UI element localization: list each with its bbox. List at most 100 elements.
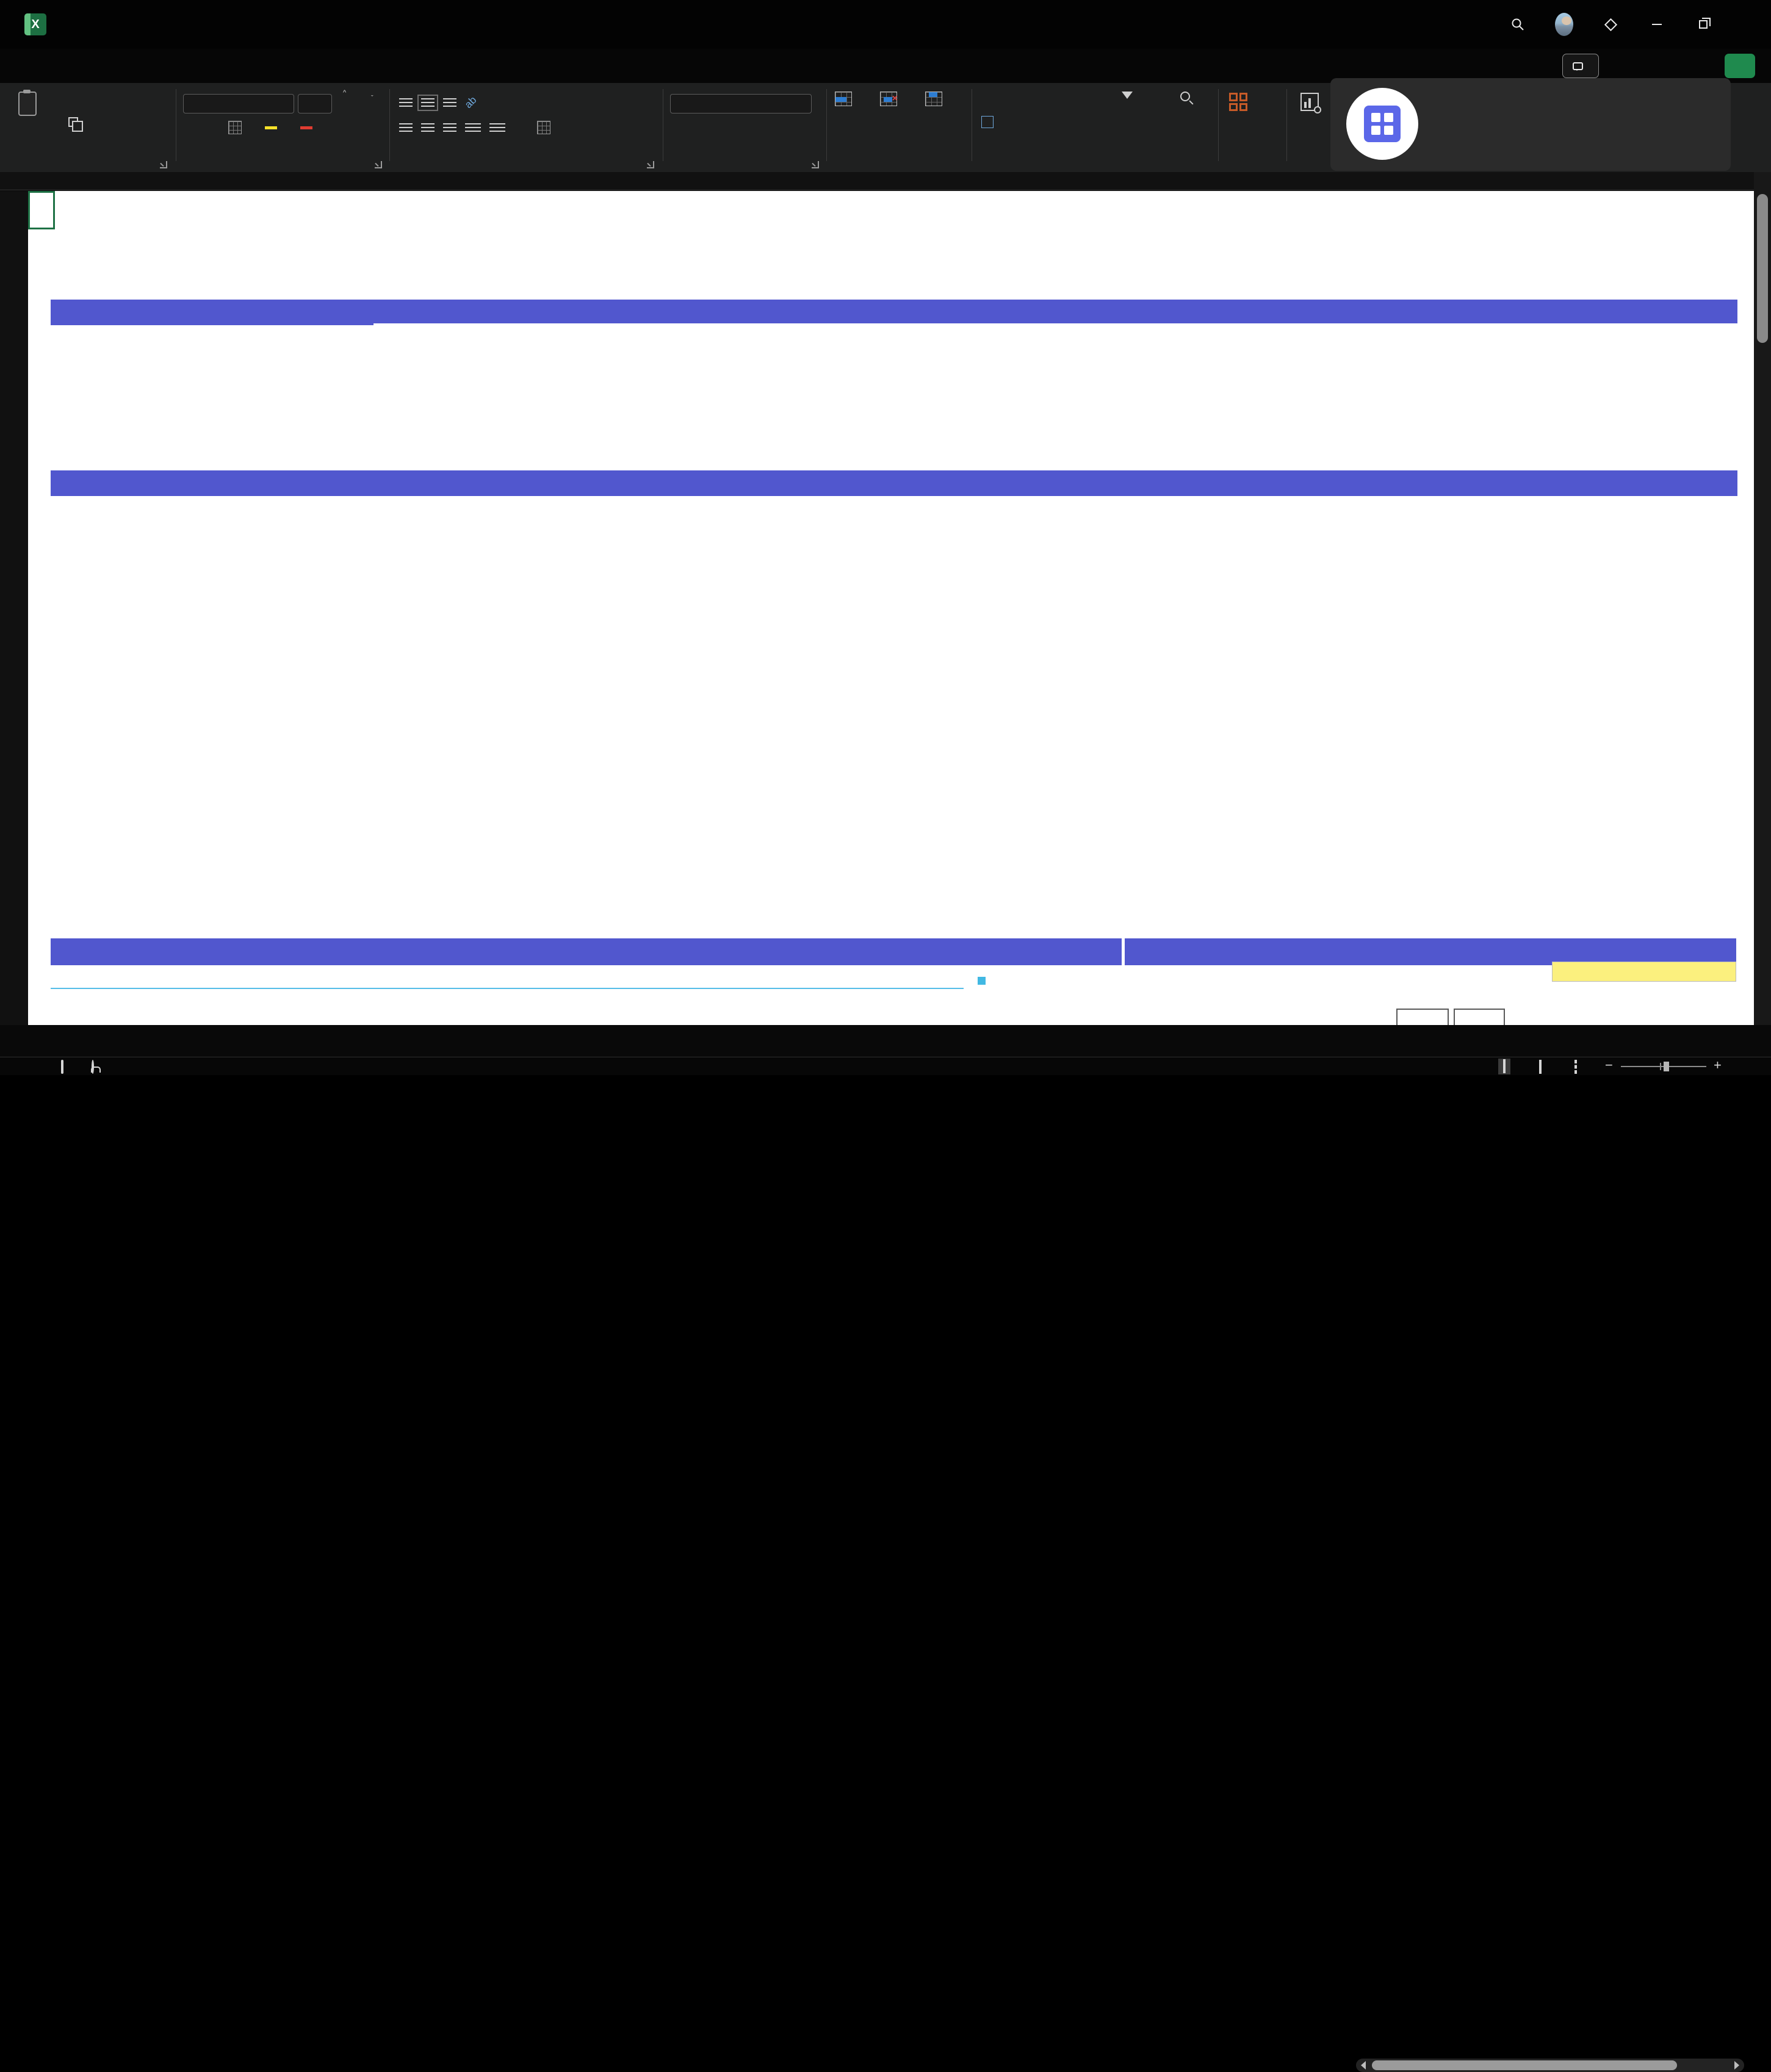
alignment-dialog-launcher[interactable] <box>647 161 654 168</box>
fill-button[interactable] <box>981 116 1007 128</box>
copy-button[interactable] <box>68 117 92 127</box>
hidden-chart-gridline <box>51 988 964 989</box>
find-select-label <box>1183 105 1187 130</box>
copy-icon <box>68 117 78 127</box>
align-left-icon[interactable] <box>399 123 413 132</box>
diamond-shape <box>1604 18 1617 31</box>
line-chart[interactable] <box>1196 496 1754 938</box>
close-button[interactable] <box>1740 15 1759 34</box>
premium-diamond-icon[interactable] <box>1601 15 1620 34</box>
ribbon-separator <box>826 89 827 161</box>
banner-chart-title <box>51 470 1737 496</box>
font-color-bar <box>300 126 312 129</box>
window-controls <box>1509 0 1759 49</box>
ribbon-separator <box>389 89 390 161</box>
zoom-in-button[interactable]: + <box>1714 1057 1722 1073</box>
font-name-select[interactable] <box>183 94 294 113</box>
sort-filter-label <box>1125 100 1128 125</box>
align-top-icon[interactable] <box>399 98 413 107</box>
accessibility-icon <box>92 1061 94 1073</box>
restore-button[interactable] <box>1694 15 1712 34</box>
shrink-font-button[interactable]: ˬ <box>366 95 373 96</box>
font-style-buttons <box>186 121 326 134</box>
font-dialog-launcher[interactable] <box>375 161 382 168</box>
vertical-scroll-thumb[interactable] <box>1757 194 1768 343</box>
font-size-select[interactable] <box>298 94 332 113</box>
chart-legend <box>1006 496 1189 938</box>
logo-grid-icon <box>1364 106 1401 142</box>
page-layout-view-button[interactable] <box>1539 1061 1542 1073</box>
paste-icon <box>18 92 37 116</box>
share-button[interactable] <box>1725 54 1755 78</box>
sheet-canvas[interactable] <box>28 191 1754 1025</box>
zoom-slider[interactable] <box>1621 1066 1706 1067</box>
analyze-data-icon <box>1300 93 1319 111</box>
zoom-out-button[interactable]: − <box>1605 1057 1613 1073</box>
macro-record-icon[interactable] <box>61 1061 63 1073</box>
partial-value-box[interactable] <box>1454 1009 1505 1025</box>
row-headers <box>0 191 28 1025</box>
run-rate-year-cell[interactable] <box>1552 962 1736 982</box>
fill-color-button[interactable] <box>265 126 277 129</box>
horizontal-align-buttons <box>399 123 505 132</box>
normal-view-button[interactable] <box>1498 1059 1510 1074</box>
paste-button[interactable] <box>18 92 37 121</box>
comment-bubble-icon <box>1573 62 1583 70</box>
logo-circle <box>1346 88 1418 160</box>
stacked-bar-chart[interactable] <box>51 496 1000 938</box>
align-bottom-icon[interactable] <box>443 98 456 107</box>
format-cells-icon <box>925 92 942 106</box>
insert-cells-icon <box>835 92 852 106</box>
hscroll-left-icon[interactable] <box>1361 2061 1366 2070</box>
partial-spin-box[interactable] <box>1396 1009 1449 1025</box>
horizontal-scrollbar[interactable] <box>1356 2059 1744 2072</box>
orientation-icon[interactable]: ab <box>463 94 480 111</box>
align-middle-icon[interactable] <box>421 98 435 107</box>
merge-center-button[interactable] <box>537 121 564 134</box>
hscroll-right-icon[interactable] <box>1734 2061 1739 2070</box>
sort-filter-button[interactable] <box>1098 92 1155 125</box>
grow-font-button[interactable]: ^ <box>338 95 346 96</box>
find-select-button[interactable] <box>1157 92 1213 130</box>
decrease-indent-icon[interactable] <box>465 123 481 132</box>
sheet-tab-bar <box>0 1025 1771 1057</box>
legend-swatch-icon <box>978 977 986 985</box>
comments-button[interactable] <box>1562 54 1599 78</box>
avatar[interactable] <box>1555 15 1573 34</box>
add-ins-button[interactable] <box>1229 93 1247 116</box>
status-bar: − + <box>0 1057 1771 1075</box>
ribbon-separator <box>1286 89 1287 161</box>
search-icon[interactable] <box>1509 15 1527 34</box>
add-ins-icon <box>1229 93 1247 111</box>
increase-indent-icon[interactable] <box>489 123 505 132</box>
column-headers <box>0 172 1754 190</box>
banner-top-revenue-streams <box>51 300 1737 325</box>
zoom-slider-thumb[interactable] <box>1664 1062 1669 1071</box>
find-select-icon <box>1180 92 1190 101</box>
align-center-icon[interactable] <box>421 123 435 132</box>
format-cells-button[interactable] <box>925 92 942 112</box>
delete-cells-button[interactable]: × <box>880 92 897 112</box>
font-color-button[interactable] <box>300 126 312 129</box>
zoom-slider-tick <box>1660 1063 1661 1070</box>
insert-cells-button[interactable] <box>835 92 852 112</box>
delete-cells-icon: × <box>880 92 897 106</box>
page-break-view-button[interactable] <box>1574 1061 1577 1073</box>
ribbon: ^ ˬ ab <box>0 83 1771 172</box>
banner-revenue-depth <box>51 938 1122 965</box>
partial-legend-entry <box>978 977 990 985</box>
sort-filter-icon <box>1120 92 1133 99</box>
finmodelslab-logo-panel <box>1330 78 1731 171</box>
number-format-select[interactable] <box>670 94 812 113</box>
excel-app-icon: X <box>24 13 46 35</box>
analyze-data-button[interactable] <box>1293 93 1327 127</box>
horizontal-scroll-thumb[interactable] <box>1372 2060 1677 2070</box>
fill-icon <box>981 116 994 128</box>
align-right-icon[interactable] <box>443 123 456 132</box>
document-title <box>59 16 83 29</box>
clipboard-dialog-launcher[interactable] <box>160 161 167 168</box>
vertical-scrollbar[interactable] <box>1754 172 1771 1025</box>
number-dialog-launcher[interactable] <box>812 161 819 168</box>
borders-icon[interactable] <box>228 121 242 134</box>
minimize-button[interactable] <box>1648 15 1666 34</box>
